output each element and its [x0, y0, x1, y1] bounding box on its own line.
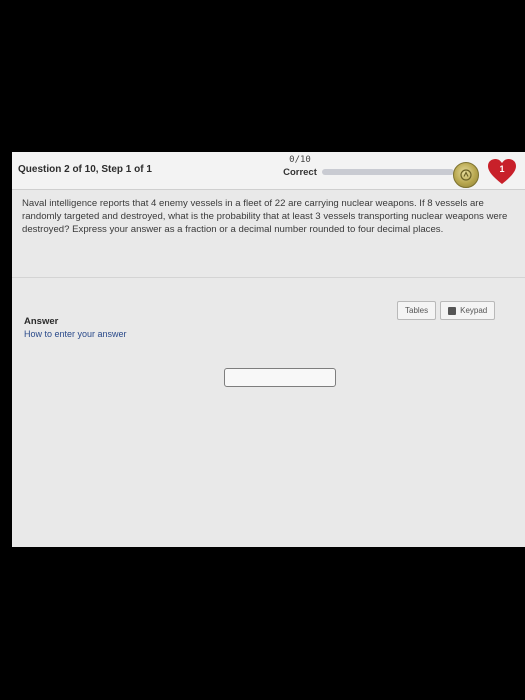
keypad-button[interactable]: Keypad — [440, 301, 496, 320]
problem-text: Naval intelligence reports that 4 enemy … — [22, 198, 508, 235]
section-divider — [12, 277, 525, 278]
progress-bar — [322, 169, 454, 175]
tables-button[interactable]: Tables — [397, 301, 437, 320]
question-header: Question 2 of 10, Step 1 of 1 0/10 Corre… — [12, 152, 525, 190]
heart-icon: 1 — [487, 158, 517, 186]
keypad-icon — [448, 306, 457, 315]
answer-tools: Tables Keypad — [397, 301, 496, 320]
tables-button-label: Tables — [405, 306, 429, 315]
coin-symbol-icon — [460, 169, 472, 181]
how-to-enter-link[interactable]: How to enter your answer — [24, 329, 127, 339]
score-status: Correct — [283, 167, 317, 178]
score-box: 0/10 Correct — [274, 155, 326, 178]
answer-input[interactable] — [224, 368, 336, 387]
lives-count: 1 — [499, 164, 505, 174]
question-label: Question 2 of 10, Step 1 of 1 — [18, 164, 152, 175]
coin-icon[interactable] — [453, 162, 479, 188]
app-screen: Question 2 of 10, Step 1 of 1 0/10 Corre… — [12, 152, 525, 547]
answer-label: Answer — [24, 316, 59, 327]
score-value: 0/10 — [289, 155, 311, 165]
keypad-button-label: Keypad — [460, 306, 488, 315]
